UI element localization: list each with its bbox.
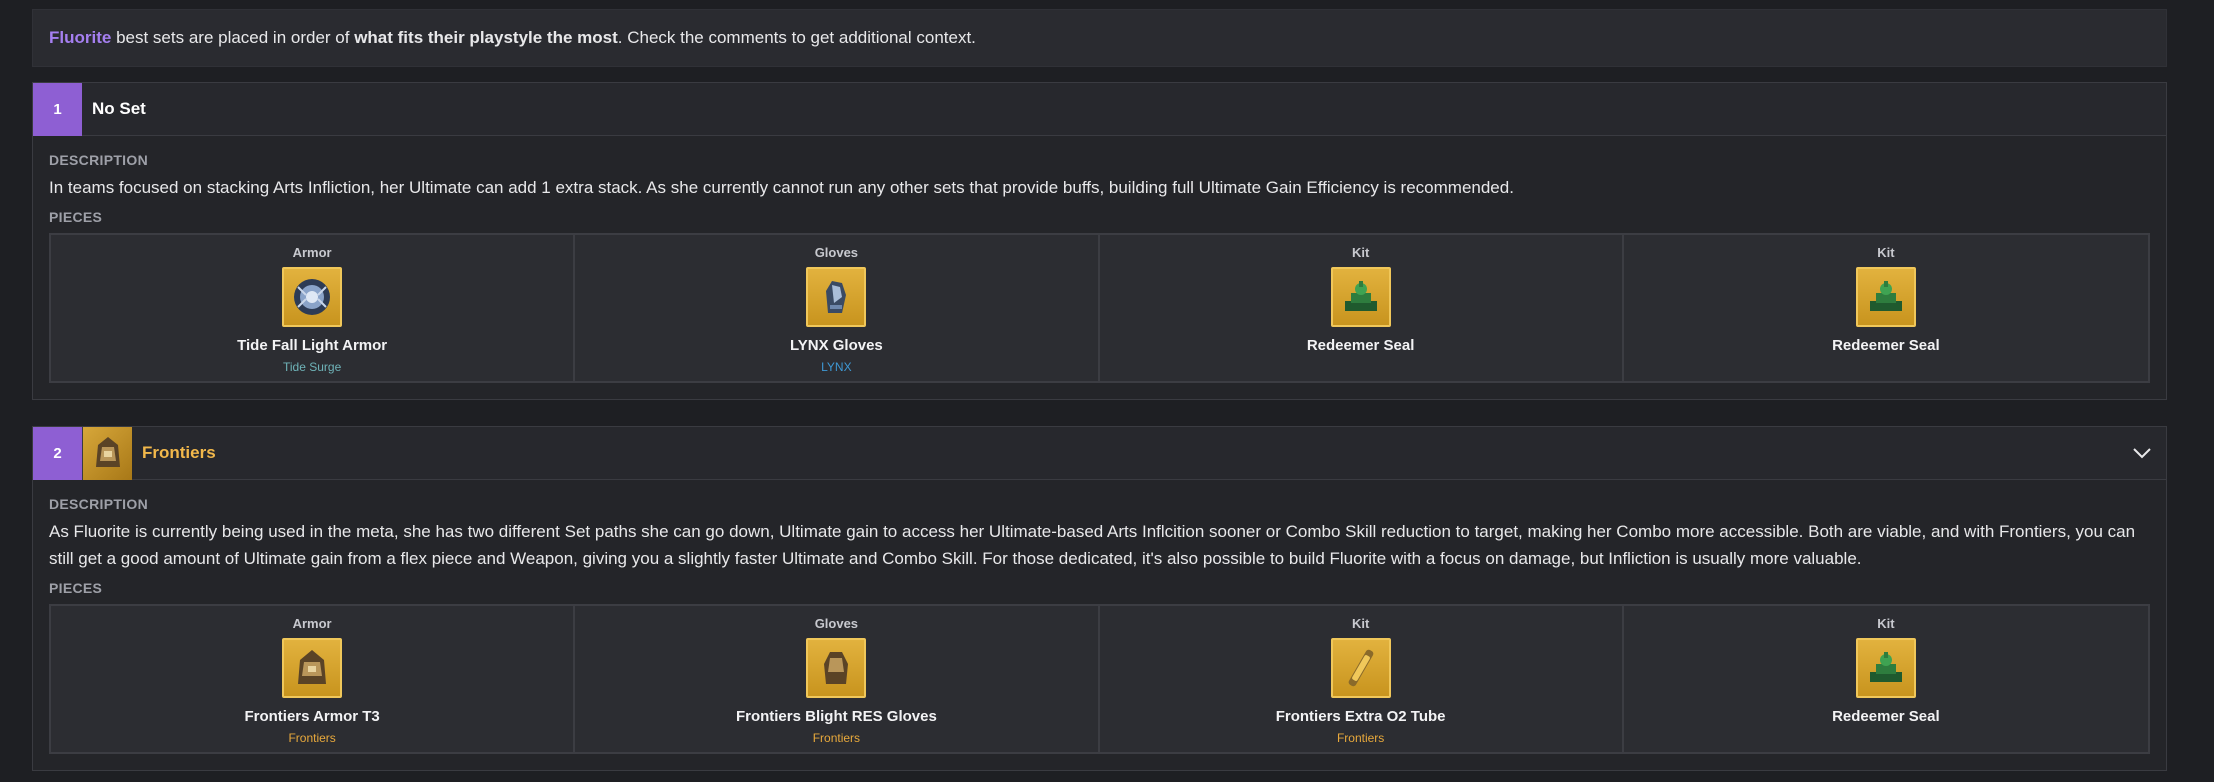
- piece-name: Redeemer Seal: [1832, 708, 1940, 725]
- piece-set: Tide Surge: [282, 360, 342, 374]
- piece-slot: Gloves: [814, 245, 859, 260]
- set-body: DESCRIPTION In teams focused on stacking…: [33, 136, 2166, 399]
- pieces-grid: Armor Tide Fall Light Armor Tide Surge G…: [49, 233, 2150, 383]
- set-card: 2 Frontiers DESCRIPTION As Fluorite is c…: [32, 426, 2167, 771]
- piece-slot: Kit: [1877, 616, 1895, 631]
- set-name: Frontiers: [142, 443, 216, 462]
- piece-slot: Gloves: [814, 616, 859, 631]
- piece-card[interactable]: Armor Frontiers Armor T3 Frontiers: [51, 606, 576, 752]
- seal-icon: [1330, 267, 1391, 327]
- piece-slot: Kit: [1877, 245, 1895, 260]
- build-guide: Fluorite best sets are placed in order o…: [32, 0, 2167, 771]
- description-label: DESCRIPTION: [49, 496, 148, 512]
- seal-icon: [1855, 267, 1916, 327]
- armor-icon: [282, 267, 343, 327]
- piece-card[interactable]: Kit Redeemer Seal: [1624, 606, 2148, 752]
- armor-icon: [282, 638, 343, 698]
- piece-set: Frontiers: [1336, 731, 1385, 745]
- frontiers-set-icon: [82, 426, 132, 480]
- gloves-icon: [806, 267, 867, 327]
- set-rank: 2: [33, 426, 82, 480]
- set-name: No Set: [92, 99, 146, 118]
- piece-name: Redeemer Seal: [1306, 337, 1415, 354]
- set-header[interactable]: 2 Frontiers: [33, 426, 2166, 480]
- piece-name: Frontiers Armor T3: [244, 708, 380, 725]
- piece-set: LYNX: [821, 360, 852, 374]
- chevron-down-icon[interactable]: [2130, 441, 2154, 465]
- piece-name: Tide Fall Light Armor: [237, 337, 388, 354]
- piece-card[interactable]: Armor Tide Fall Light Armor Tide Surge: [51, 235, 576, 381]
- intro-bold-text: what fits their playstyle the most: [354, 28, 618, 47]
- pieces-label: PIECES: [49, 580, 103, 596]
- piece-name: Frontiers Blight RES Gloves: [735, 708, 937, 725]
- intro-banner: Fluorite best sets are placed in order o…: [32, 9, 2167, 67]
- set-description: As Fluorite is currently being used in t…: [49, 522, 2136, 568]
- pieces-label: PIECES: [49, 209, 103, 225]
- intro-text-b: . Check the comments to get additional c…: [617, 28, 976, 47]
- piece-card[interactable]: Gloves LYNX Gloves LYNX: [575, 235, 1100, 381]
- piece-name: Redeemer Seal: [1832, 337, 1940, 354]
- set-header[interactable]: 1 No Set: [33, 82, 2166, 136]
- pieces-grid: Armor Frontiers Armor T3 Frontiers Glove…: [49, 604, 2150, 754]
- piece-slot: Armor: [292, 245, 332, 260]
- piece-name: LYNX Gloves: [789, 337, 883, 354]
- set-card: 1 No Set DESCRIPTION In teams focused on…: [32, 82, 2167, 400]
- piece-card[interactable]: Gloves Frontiers Blight RES Gloves Front…: [575, 606, 1100, 752]
- piece-slot: Armor: [292, 616, 332, 631]
- character-name[interactable]: Fluorite: [49, 28, 111, 48]
- piece-card[interactable]: Kit Frontiers Extra O2 Tube Frontiers: [1100, 606, 1624, 752]
- intro-text-a: best sets are placed in order of: [111, 28, 355, 47]
- piece-slot: Kit: [1351, 616, 1370, 631]
- description-label: DESCRIPTION: [49, 152, 148, 168]
- piece-name: Frontiers Extra O2 Tube: [1275, 708, 1446, 725]
- seal-icon: [1855, 638, 1916, 698]
- set-rank: 1: [33, 82, 82, 136]
- set-body: DESCRIPTION As Fluorite is currently bei…: [33, 480, 2166, 770]
- piece-card[interactable]: Kit Redeemer Seal: [1624, 235, 2148, 381]
- set-description: In teams focused on stacking Arts Inflic…: [49, 178, 1514, 197]
- gloves-icon: [806, 638, 867, 698]
- piece-set: Frontiers: [288, 731, 336, 745]
- tube-icon: [1330, 638, 1391, 698]
- piece-slot: Kit: [1351, 245, 1370, 260]
- piece-card[interactable]: Kit Redeemer Seal: [1100, 235, 1624, 381]
- piece-set: Frontiers: [812, 731, 861, 745]
